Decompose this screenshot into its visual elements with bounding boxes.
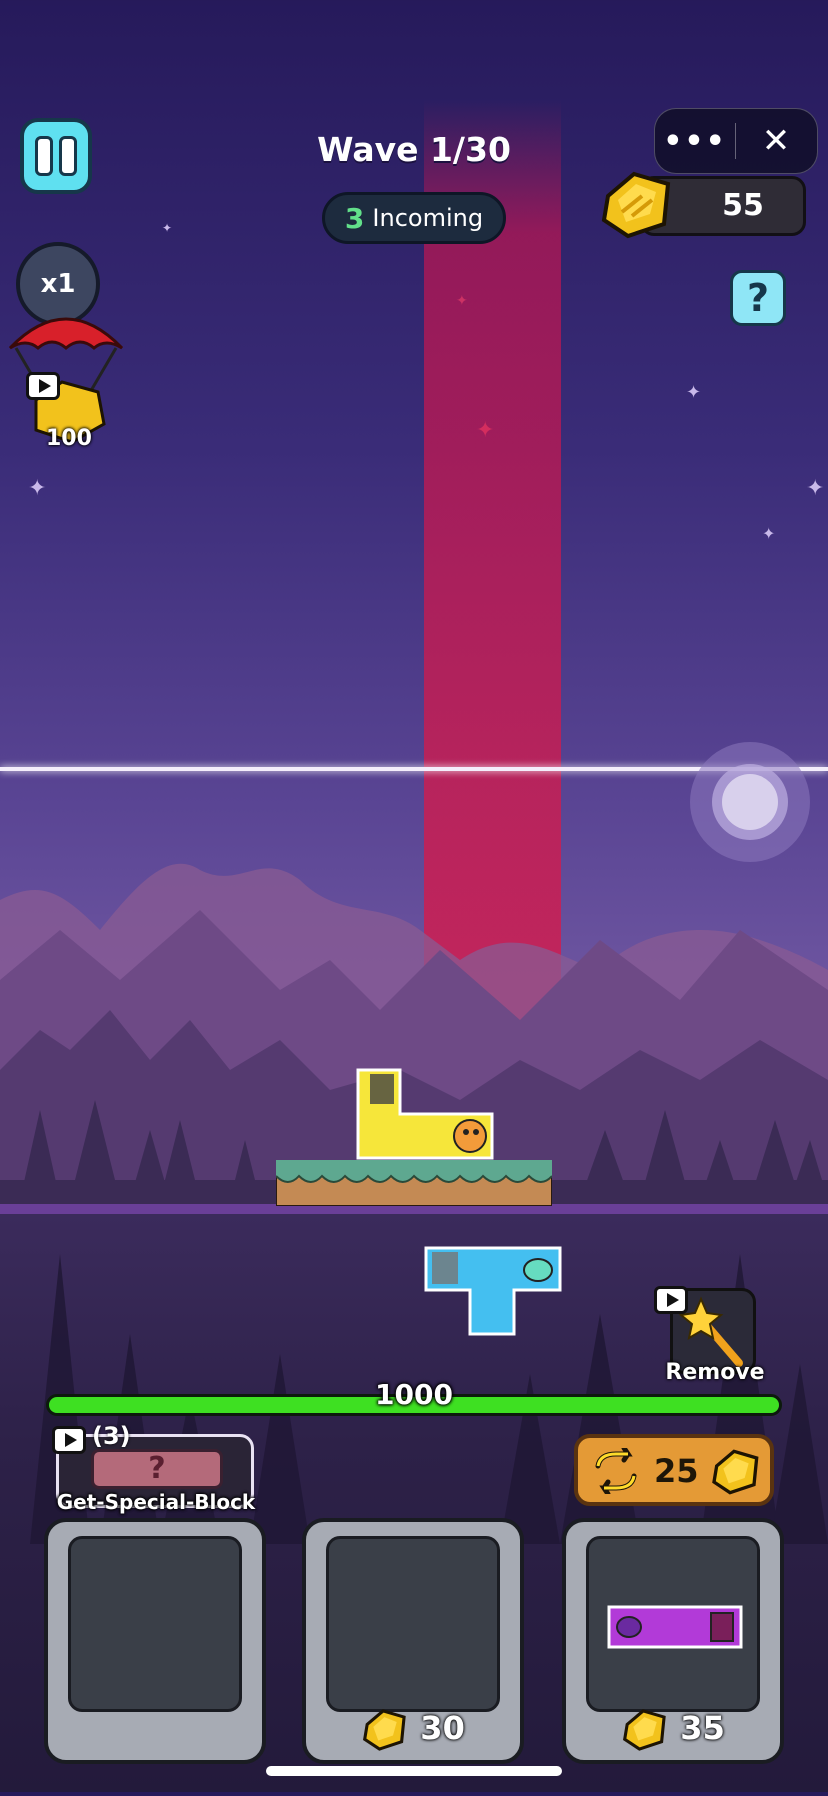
joystick[interactable]	[690, 742, 810, 862]
wave-counter: Wave 1/30	[317, 130, 511, 169]
gold-nugget-icon	[601, 171, 671, 239]
shop-slot-content	[586, 1536, 760, 1712]
home-indicator[interactable]	[266, 1766, 562, 1776]
slot-price-value: 30	[420, 1709, 465, 1747]
base-hp-value: 1000	[375, 1378, 453, 1411]
pause-icon	[59, 136, 77, 176]
shop-slot-3[interactable]: 35	[562, 1518, 784, 1764]
shop-slot-empty	[326, 1536, 500, 1712]
video-ad-icon	[52, 1426, 86, 1454]
incoming-badge: 3 Incoming	[322, 192, 506, 244]
slot-price-value: 35	[680, 1709, 725, 1747]
mystery-block-icon: ?	[91, 1449, 223, 1489]
video-ad-icon	[26, 372, 60, 400]
airdrop-reward[interactable]: 100	[6, 296, 126, 456]
special-block-count: (3)	[92, 1422, 131, 1450]
miniapp-capsule: ••• ✕	[654, 108, 818, 174]
video-ad-icon	[654, 1286, 688, 1314]
gold-nugget-icon	[623, 1709, 666, 1751]
special-block-label: Get-Special-Block	[56, 1490, 256, 1514]
refresh-shop-button[interactable]: 25	[574, 1434, 774, 1506]
star: ✦	[806, 476, 825, 501]
refresh-cost: 25	[654, 1452, 699, 1490]
gold-amount: 55	[722, 188, 764, 223]
purple-block-item	[607, 1605, 743, 1649]
refresh-icon	[595, 1448, 637, 1494]
gold-nugget-icon	[363, 1709, 406, 1751]
gold-nugget-icon	[712, 1449, 759, 1495]
shop-slot-1[interactable]	[44, 1518, 266, 1764]
star: ✦	[686, 382, 702, 403]
slot-price: 35	[566, 1706, 780, 1754]
star: ✦	[762, 524, 776, 543]
more-options-button[interactable]: •••	[655, 124, 735, 159]
blue-tower-block[interactable]	[424, 1246, 562, 1336]
slot-price: 30	[306, 1706, 520, 1754]
help-button[interactable]: ?	[730, 270, 786, 326]
shop-slot-2[interactable]: 30	[302, 1518, 524, 1764]
incoming-label: Incoming	[372, 204, 484, 232]
incoming-count: 3	[344, 201, 365, 235]
airdrop-reward-amount: 100	[46, 426, 92, 451]
joystick-knob[interactable]	[722, 774, 778, 830]
pause-button[interactable]	[20, 118, 92, 194]
star: ✦	[162, 221, 173, 235]
close-button[interactable]: ✕	[736, 121, 816, 161]
shop-slot-empty	[68, 1536, 242, 1712]
pause-icon	[35, 136, 53, 176]
base-platform	[276, 1160, 552, 1206]
star: ✦	[28, 476, 47, 501]
yellow-tower-block[interactable]	[356, 1068, 494, 1160]
